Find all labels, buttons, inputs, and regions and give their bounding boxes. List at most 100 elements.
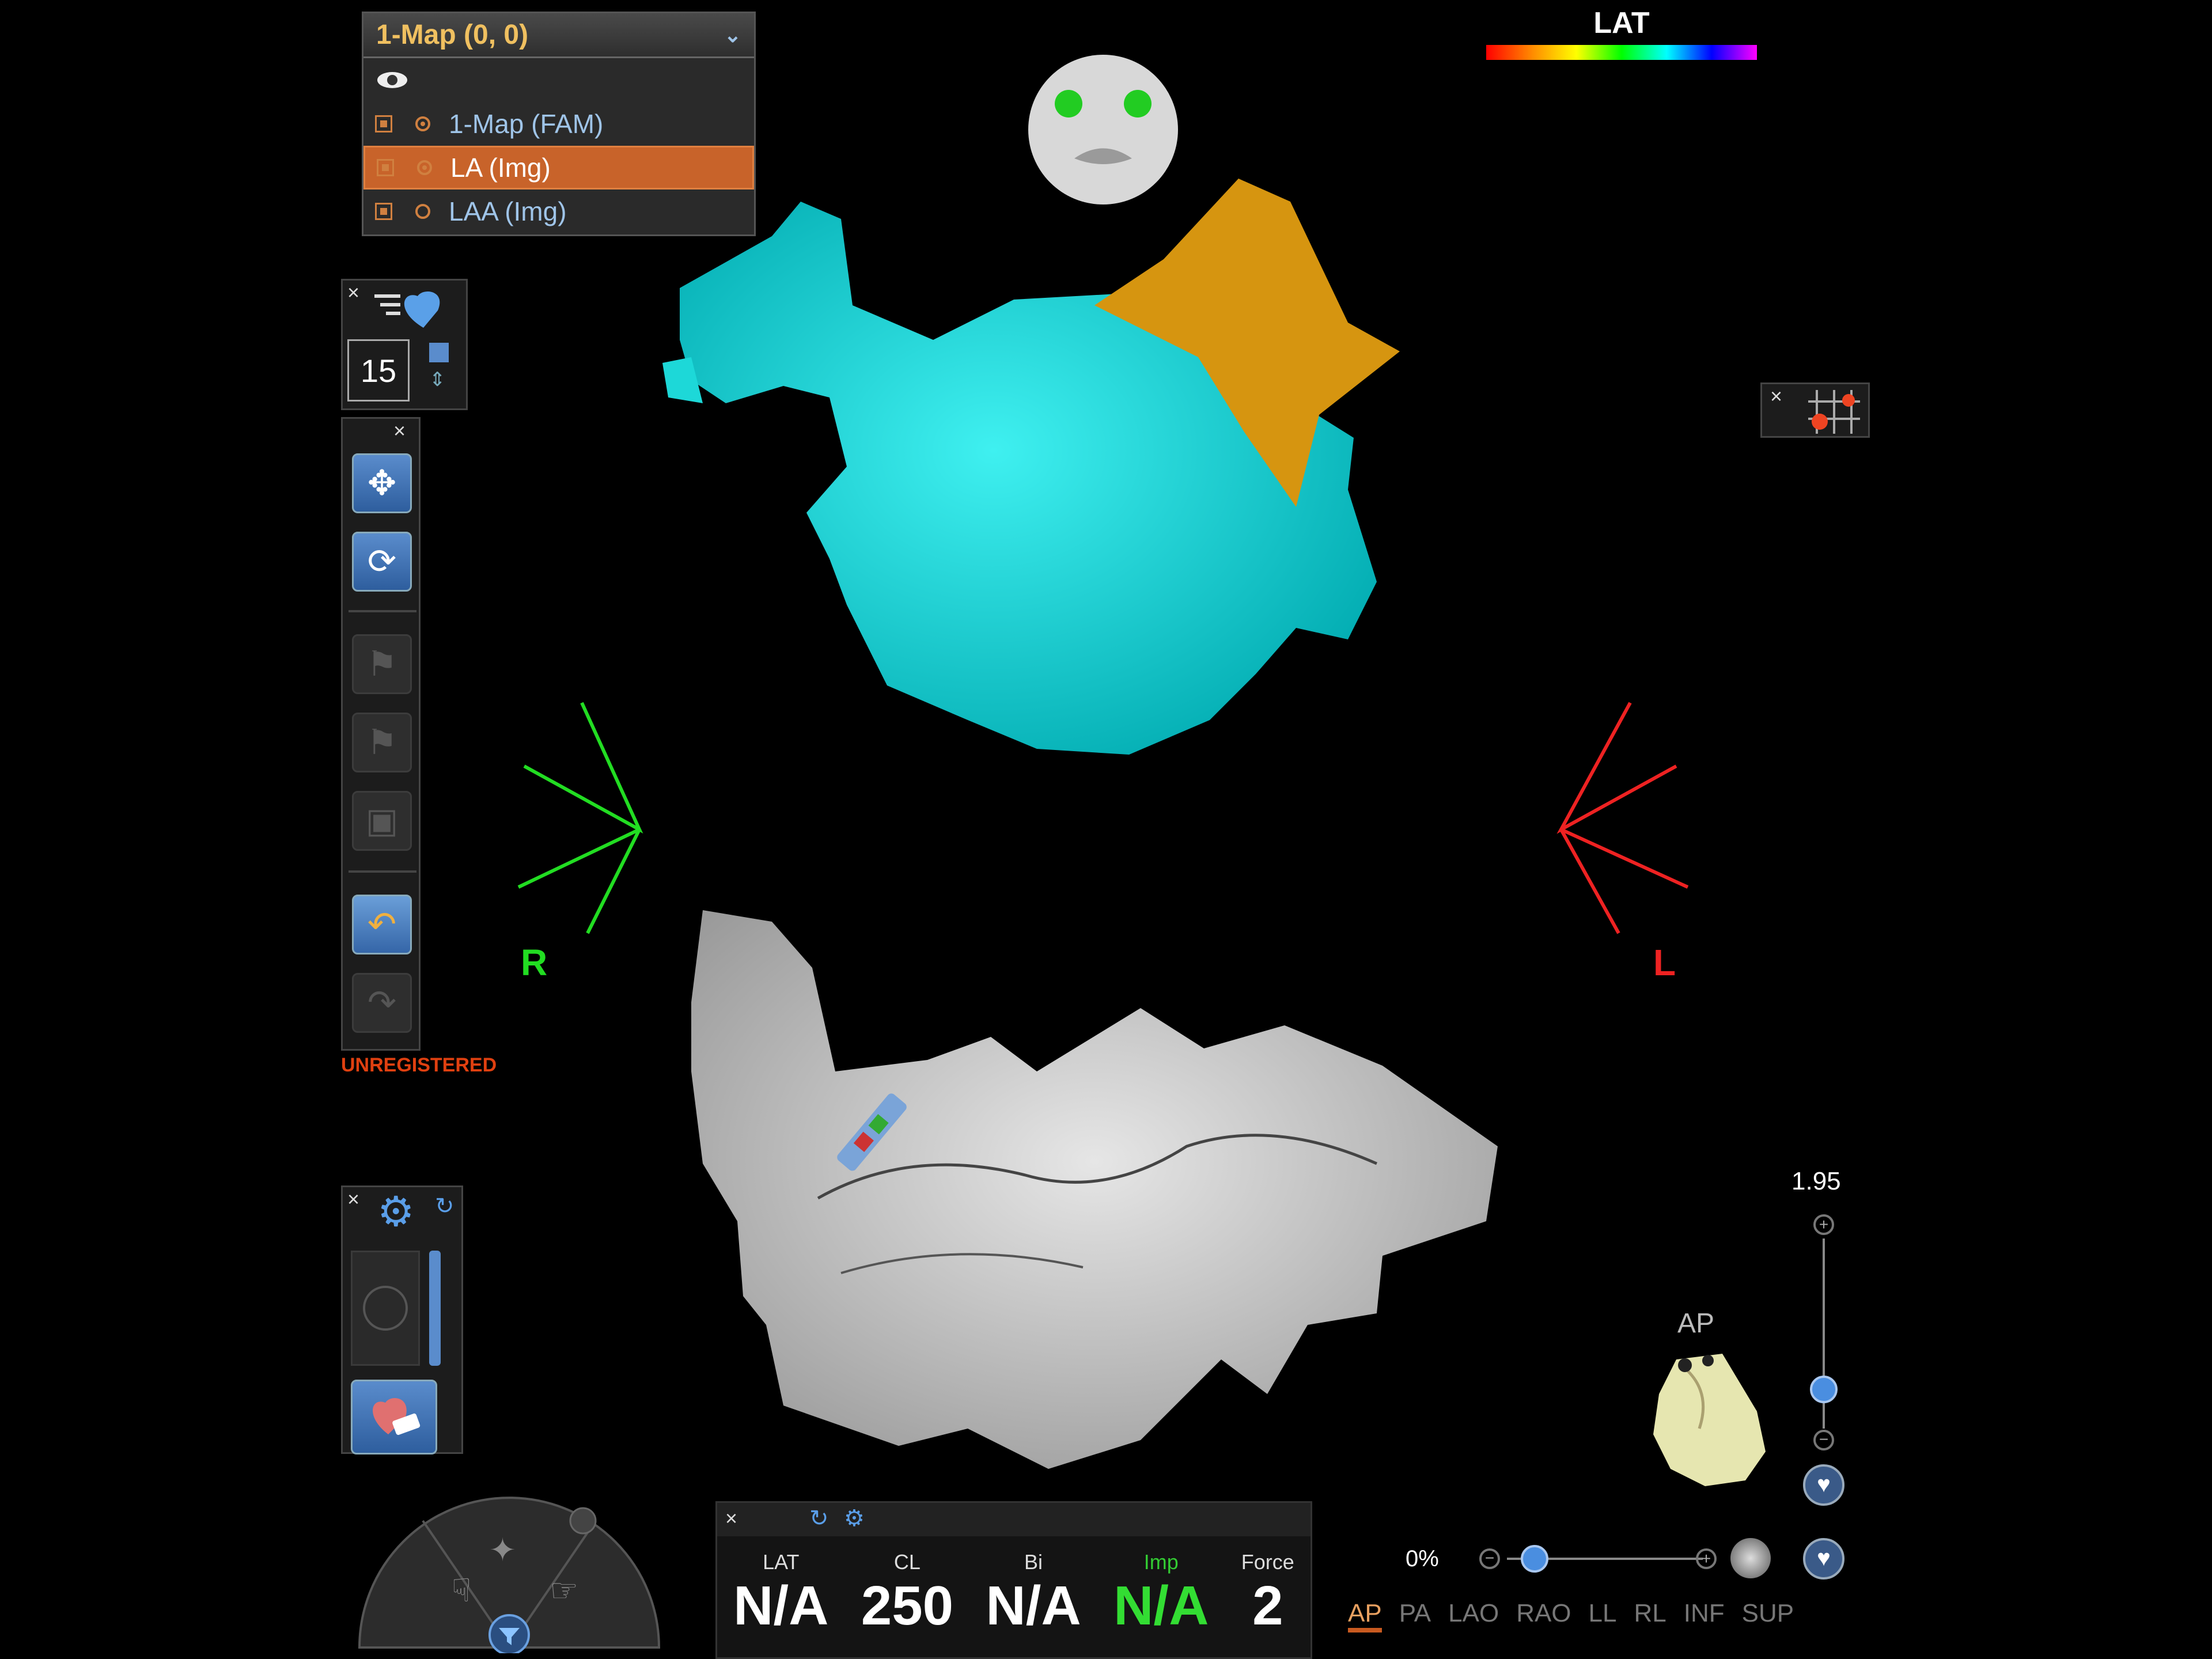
ct-surface-model[interactable] <box>668 899 1532 1480</box>
stat-value: 250 <box>861 1575 954 1637</box>
multi-flag-tool-button[interactable]: ⚑ <box>352 713 412 772</box>
view-cube-label: AP <box>1677 1308 1715 1339</box>
tool-dial[interactable]: ☟ ✦ ☞ <box>354 1486 665 1653</box>
close-icon[interactable]: × <box>347 281 359 305</box>
zoom-in-button[interactable]: + <box>1813 1214 1834 1235</box>
circle-icon <box>363 1286 408 1331</box>
heart-reset-button[interactable]: ♥ <box>1803 1538 1844 1580</box>
tab-lao[interactable]: LAO <box>1448 1599 1499 1633</box>
flag-tool-button[interactable]: ⚑ <box>352 634 412 694</box>
registration-status: UNREGISTERED <box>341 1054 497 1076</box>
undo-icon: ↶ <box>367 905 397 944</box>
spinner-arrows-icon[interactable]: ⇕ <box>429 368 446 391</box>
divider <box>349 870 416 873</box>
rotate-tool-button[interactable]: ⟳ <box>352 532 412 592</box>
heart-eraser-icon <box>373 1398 421 1435</box>
grid-icon[interactable] <box>429 343 449 362</box>
opacity-decrease-button[interactable]: − <box>1479 1548 1500 1569</box>
active-radio[interactable] <box>415 204 430 219</box>
stat-cl: CL 250 <box>861 1550 953 1638</box>
map-row-fam[interactable]: 1-Map (FAM) <box>363 102 754 146</box>
stat-bi: Bi N/A <box>986 1550 1081 1638</box>
svg-text:☞: ☞ <box>550 1572 578 1609</box>
visibility-checkbox[interactable] <box>375 203 392 220</box>
zoom-value: 1.95 <box>1791 1167 1841 1195</box>
close-icon[interactable]: × <box>725 1506 737 1531</box>
redo-button[interactable]: ↷ <box>352 973 412 1033</box>
catheter-stats-panel: × ↻ ⚙ LAT N/A CL 250 Bi N/A Imp N/A Forc… <box>715 1501 1312 1659</box>
heart-eraser-button[interactable] <box>351 1380 437 1455</box>
stat-lat: LAT N/A <box>733 1550 828 1638</box>
stat-value: N/A <box>1113 1575 1209 1637</box>
divider <box>349 610 416 612</box>
stat-imp: Imp N/A <box>1113 1550 1209 1638</box>
opacity-increase-button[interactable]: + <box>1696 1548 1717 1569</box>
tab-sup[interactable]: SUP <box>1742 1599 1794 1633</box>
undo-button[interactable]: ↶ <box>352 895 412 955</box>
opacity-slider-handle[interactable] <box>1521 1545 1548 1573</box>
close-icon[interactable]: × <box>393 419 406 443</box>
refresh-icon[interactable]: ↻ <box>809 1505 829 1532</box>
tab-inf[interactable]: INF <box>1684 1599 1725 1633</box>
stat-label: CL <box>893 1550 921 1574</box>
close-icon[interactable]: × <box>347 1187 359 1211</box>
settings-icon[interactable]: ⚙ <box>844 1505 865 1532</box>
zoom-slider-handle[interactable] <box>1810 1376 1838 1403</box>
sphere-icon[interactable] <box>1730 1538 1771 1578</box>
view-tabs: AP PA LAO RAO LL RL INF SUP <box>1348 1599 1794 1633</box>
stats-toolbar: × ↻ ⚙ <box>717 1503 1310 1536</box>
map-row-label: 1-Map (FAM) <box>449 109 604 139</box>
segment-value-field[interactable]: 15 <box>347 339 410 402</box>
lat-legend-label: LAT <box>1593 6 1650 40</box>
tab-rao[interactable]: RAO <box>1516 1599 1571 1633</box>
gear-icon[interactable]: ⚙ <box>377 1187 415 1236</box>
opacity-value: 0% <box>1406 1546 1439 1571</box>
tab-ll[interactable]: LL <box>1589 1599 1617 1633</box>
tab-pa[interactable]: PA <box>1399 1599 1431 1633</box>
settings-panel: × ⚙ ↻ <box>341 1185 463 1455</box>
map-row-label: LAA (Img) <box>449 196 567 226</box>
stat-label: Imp <box>1143 1550 1179 1574</box>
segment-panel: × 15 ⇕ <box>341 279 468 410</box>
points-filter-panel: × <box>1760 382 1870 438</box>
active-radio[interactable] <box>417 160 432 175</box>
close-icon[interactable]: × <box>1770 384 1782 408</box>
eye-icon[interactable] <box>375 69 410 92</box>
stat-value: 2 <box>1252 1575 1283 1637</box>
right-label: R <box>521 942 548 983</box>
tab-ap[interactable]: AP <box>1348 1599 1382 1633</box>
visibility-header <box>363 58 754 102</box>
heart-view-button[interactable]: ♥ <box>1803 1464 1844 1506</box>
visibility-checkbox[interactable] <box>377 159 394 176</box>
navigation-toolbar: × ✥ ⟳ ⚑ ⚑ ▣ ↶ ↷ <box>341 417 421 1051</box>
tab-rl[interactable]: RL <box>1634 1599 1666 1633</box>
stat-value: N/A <box>986 1575 1081 1637</box>
stat-force: Force 2 <box>1241 1550 1294 1638</box>
zoom-out-button[interactable]: − <box>1813 1430 1834 1450</box>
svg-text:☟: ☟ <box>452 1572 471 1609</box>
map-row-label: LA (Img) <box>450 153 551 183</box>
chevron-down-icon[interactable]: ⌄ <box>724 23 741 47</box>
lat-legend: LAT <box>1486 6 1757 60</box>
lat-color-scale <box>1486 45 1757 60</box>
left-label: L <box>1653 942 1676 983</box>
pan-tool-button[interactable]: ✥ <box>352 453 412 513</box>
visibility-checkbox[interactable] <box>375 115 392 132</box>
section-tool-button[interactable]: ▣ <box>352 791 412 851</box>
level-slider[interactable] <box>429 1251 441 1366</box>
left-orientation-indicator <box>1556 702 1689 934</box>
stat-label: Force <box>1241 1550 1294 1574</box>
stat-value: N/A <box>733 1575 829 1637</box>
record-button[interactable] <box>351 1251 420 1366</box>
point-grid-icon[interactable] <box>1808 390 1860 434</box>
refresh-icon[interactable]: ↻ <box>435 1193 454 1219</box>
map-dropdown[interactable]: 1-Map (0, 0) ⌄ <box>363 13 754 58</box>
map-dropdown-title: 1-Map (0, 0) <box>376 20 529 50</box>
svg-text:✦: ✦ <box>489 1532 516 1569</box>
heart-filter-icon[interactable] <box>372 287 452 334</box>
left-atrium-lumen-model[interactable] <box>657 167 1555 778</box>
active-radio[interactable] <box>415 116 430 131</box>
stat-label: LAT <box>763 1550 800 1574</box>
stat-label: Bi <box>1024 1550 1043 1574</box>
heart-orientation-model[interactable] <box>1642 1348 1774 1492</box>
